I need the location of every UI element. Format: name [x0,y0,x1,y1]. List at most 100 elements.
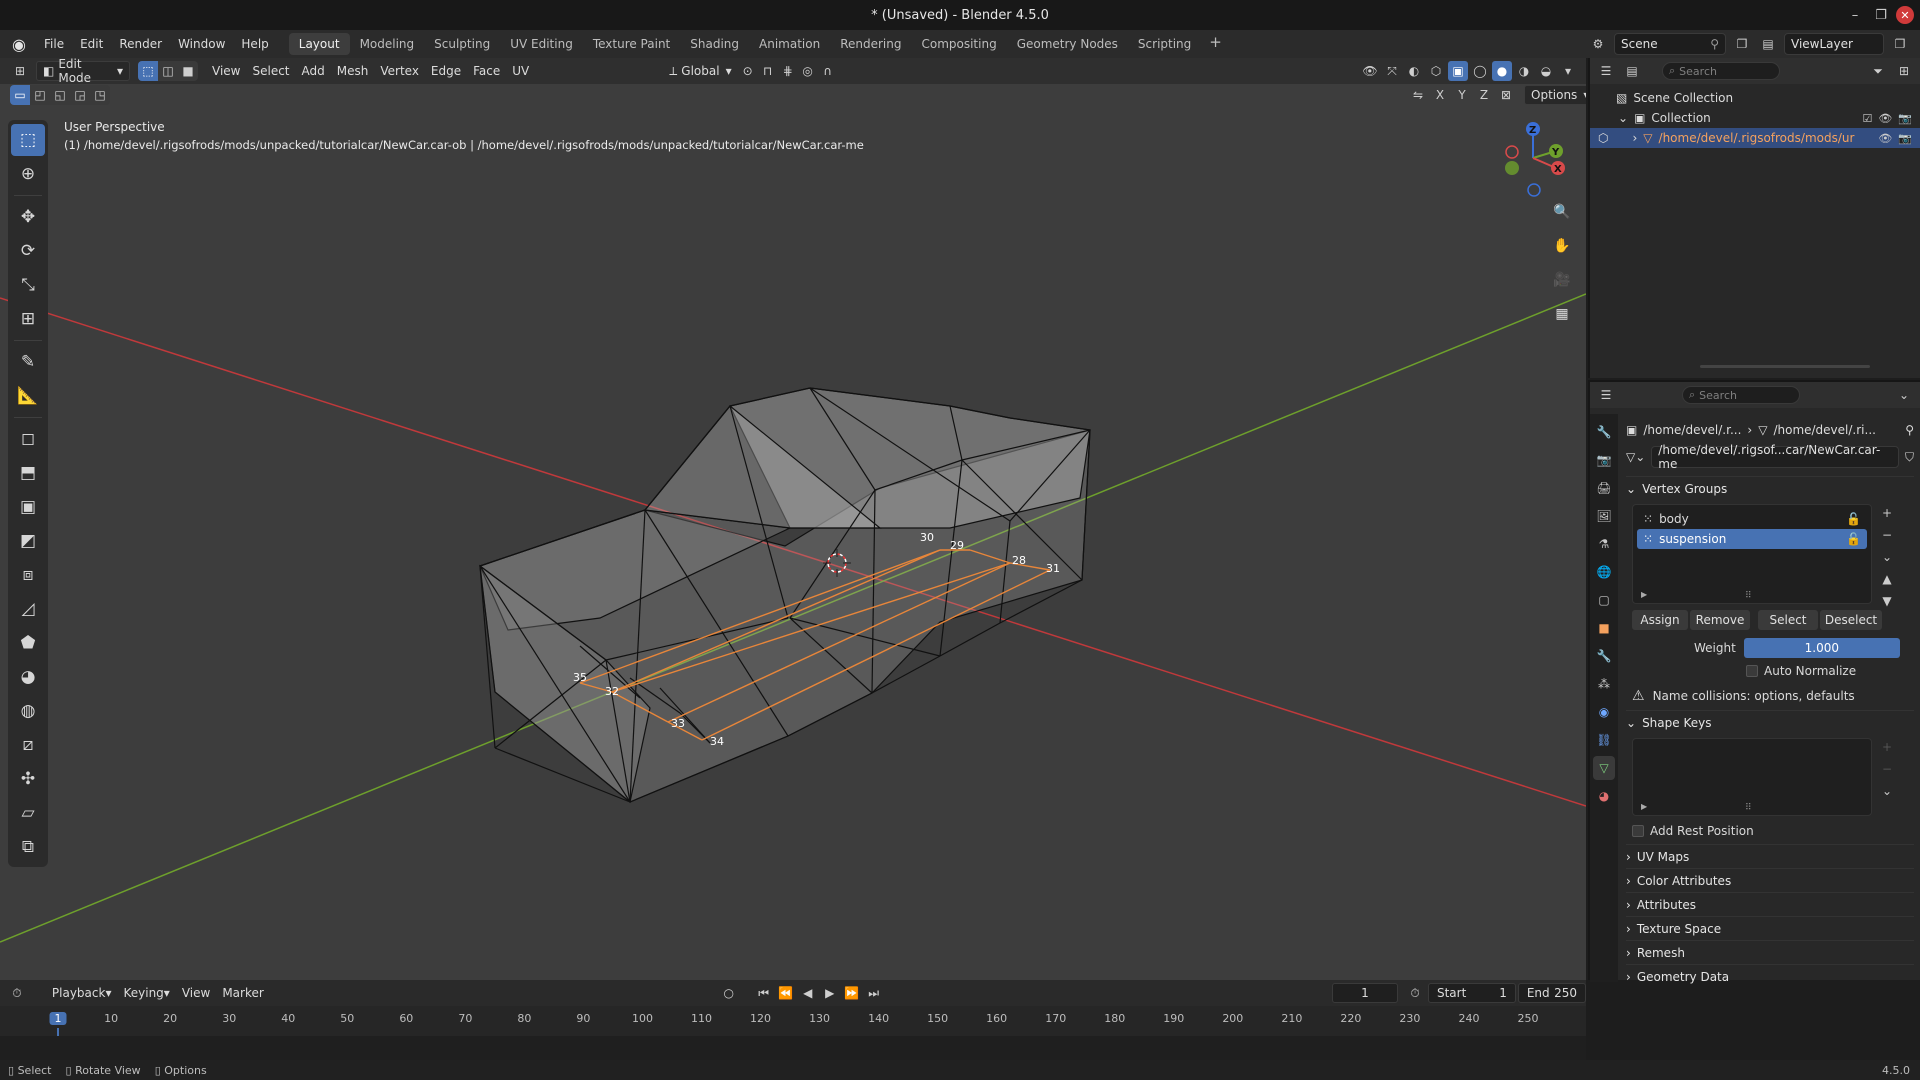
close-icon[interactable]: ✕ [1896,6,1914,24]
material-shading-icon[interactable]: ◑ [1514,61,1534,81]
tree-row-object[interactable]: ⬡ › ▽ /home/devel/.rigsofrods/mods/ur 👁 … [1590,128,1920,148]
add-icon[interactable]: + [1878,738,1896,756]
mirror-icon[interactable]: ⇋ [1408,85,1428,105]
shape-keys-list[interactable]: ▶ ⠿ [1632,738,1872,816]
menu-window[interactable]: Window [170,33,233,55]
properties-search-input[interactable]: ⌕ Search [1682,386,1800,404]
tab-uv-editing[interactable]: UV Editing [500,33,583,55]
menu-render[interactable]: Render [111,33,170,55]
chevron-right-icon[interactable]: › [1632,131,1637,145]
shading-options-icon[interactable]: ▾ [1558,61,1578,81]
menu-vertex[interactable]: Vertex [374,61,425,81]
select-extend-icon[interactable]: ◰ [30,85,50,105]
physics-tab-icon[interactable]: ◉ [1593,700,1615,724]
shape-keys-header[interactable]: ⌄ Shape Keys [1626,710,1914,734]
select-box-tool-icon[interactable]: ⬚ [11,124,45,156]
select-intersect-icon[interactable]: ◳ [90,85,110,105]
exclude-checkbox-icon[interactable]: ☑ [1862,112,1872,125]
tab-modeling[interactable]: Modeling [350,33,425,55]
menu-edit[interactable]: Edit [72,33,111,55]
tab-shading[interactable]: Shading [680,33,749,55]
shear-tool-icon[interactable]: ▱ [11,797,45,829]
breadcrumb-mesh[interactable]: /home/devel/.ri... [1773,423,1876,437]
menu-select[interactable]: Select [246,61,295,81]
eye-icon[interactable]: 👁 [1878,132,1892,145]
blender-logo-icon[interactable]: ◉ [8,33,30,55]
mode-dropdown[interactable]: ◧ Edit Mode ▾ [36,58,130,85]
end-frame-field[interactable]: End 250 [1517,983,1586,1003]
spin-tool-icon[interactable]: ◕ [11,661,45,693]
display-mode-icon[interactable]: ▤ [1622,61,1642,81]
camera-view-icon[interactable]: 🎥 [1548,266,1576,294]
rip-tool-icon[interactable]: ⧉ [11,831,45,863]
view-layer-tab-icon[interactable]: 🖼 [1593,504,1615,528]
menu-help[interactable]: Help [233,33,276,55]
move-up-icon[interactable]: ▲ [1878,570,1896,588]
timeline-editor-type-icon[interactable]: ⏱ [8,983,26,1003]
3d-viewport[interactable]: 30 29 28 31 35 32 33 34 Z Y X ⊞ ◧ Edit M… [0,58,1586,980]
knife-tool-icon[interactable]: ◿ [11,593,45,625]
start-frame-field[interactable]: Start 1 [1427,983,1516,1003]
snap-icon[interactable]: ⊓ [758,61,778,81]
loop-cut-tool-icon[interactable]: ⧈ [11,559,45,591]
mesh-edit-overlay-icon[interactable]: ⬡ [1426,61,1446,81]
jump-end-icon[interactable]: ⏭ [864,983,884,1003]
next-keyframe-icon[interactable]: ⏩ [842,983,862,1003]
resize-handle-icon[interactable]: ⠿ [1745,591,1752,601]
add-workspace-icon[interactable]: + [1201,33,1230,55]
list-options-icon[interactable]: ▶ [1641,802,1647,811]
render-tab-icon[interactable]: 📷 [1593,448,1615,472]
texture-space-header[interactable]: › Texture Space [1626,916,1914,940]
minimize-icon[interactable]: – [1844,4,1866,26]
transform-tool-icon[interactable]: ⊞ [11,303,45,335]
color-attributes-header[interactable]: › Color Attributes [1626,868,1914,892]
assign-button[interactable]: Assign [1632,610,1688,630]
select-button[interactable]: Select [1758,610,1818,630]
inset-tool-icon[interactable]: ▣ [11,491,45,523]
vertex-groups-header[interactable]: ⌄ Vertex Groups [1626,476,1914,500]
shrink-fatten-tool-icon[interactable]: ✣ [11,763,45,795]
perspective-toggle-icon[interactable]: ▦ [1548,300,1576,328]
cursor-tool-icon[interactable]: ⊕ [11,158,45,190]
xray-icon[interactable]: ▣ [1448,61,1468,81]
modifier-tab-icon[interactable]: 🔧 [1593,644,1615,668]
menu-edge[interactable]: Edge [425,61,467,81]
poly-build-tool-icon[interactable]: ⬟ [11,627,45,659]
pin-icon[interactable]: ⚲ [1710,37,1719,51]
outliner-search-input[interactable]: ⌕ Search [1662,62,1780,80]
geometry-data-header[interactable]: › Geometry Data [1626,964,1914,988]
tab-layout[interactable]: Layout [288,33,350,55]
bevel-tool-icon[interactable]: ◩ [11,525,45,557]
annotate-tool-icon[interactable]: ✎ [11,346,45,378]
play-reverse-icon[interactable]: ◀ [798,983,818,1003]
auto-keying-icon[interactable]: ○ [720,983,738,1003]
play-icon[interactable]: ▶ [820,983,840,1003]
wireframe-shading-icon[interactable]: ◯ [1470,61,1490,81]
mirror-x-button[interactable]: X [1430,85,1450,105]
camera-icon[interactable]: 📷 [1898,112,1912,125]
options-dropdown[interactable]: Options ▾ [1524,85,1586,105]
pin-icon[interactable]: ⚲ [1905,423,1914,437]
menu-add[interactable]: Add [296,61,331,81]
list-item[interactable]: ⁙ body 🔓 [1637,509,1867,529]
gizmo-toggle-icon[interactable]: ⤧ [1382,61,1402,81]
overlays-icon[interactable]: ◐ [1404,61,1424,81]
select-new-icon[interactable]: ▭ [10,85,30,105]
auto-normalize-checkbox[interactable] [1746,665,1758,677]
mesh-name-field[interactable]: /home/devel/.rigsof...car/NewCar.car-me [1651,443,1899,471]
outliner-scrollbar[interactable] [1700,365,1870,368]
add-rest-position-checkbox[interactable] [1632,825,1644,837]
current-frame-field[interactable]: 1 [1331,983,1399,1003]
menu-view[interactable]: View [206,61,246,81]
select-subtract-icon[interactable]: ◱ [50,85,70,105]
uv-maps-header[interactable]: › UV Maps [1626,844,1914,868]
mirror-z-button[interactable]: Z [1474,85,1494,105]
material-tab-icon[interactable]: ◕ [1593,784,1615,808]
menu-mesh[interactable]: Mesh [331,61,375,81]
proportional-edit-icon[interactable]: ◎ [798,61,818,81]
output-tab-icon[interactable]: 🖨 [1593,476,1615,500]
specials-menu-icon[interactable]: ⌄ [1878,782,1896,800]
chevron-down-icon[interactable]: ⌄ [1894,385,1914,405]
remove-icon[interactable]: − [1878,526,1896,544]
menu-timeline-view[interactable]: View [176,983,216,1003]
